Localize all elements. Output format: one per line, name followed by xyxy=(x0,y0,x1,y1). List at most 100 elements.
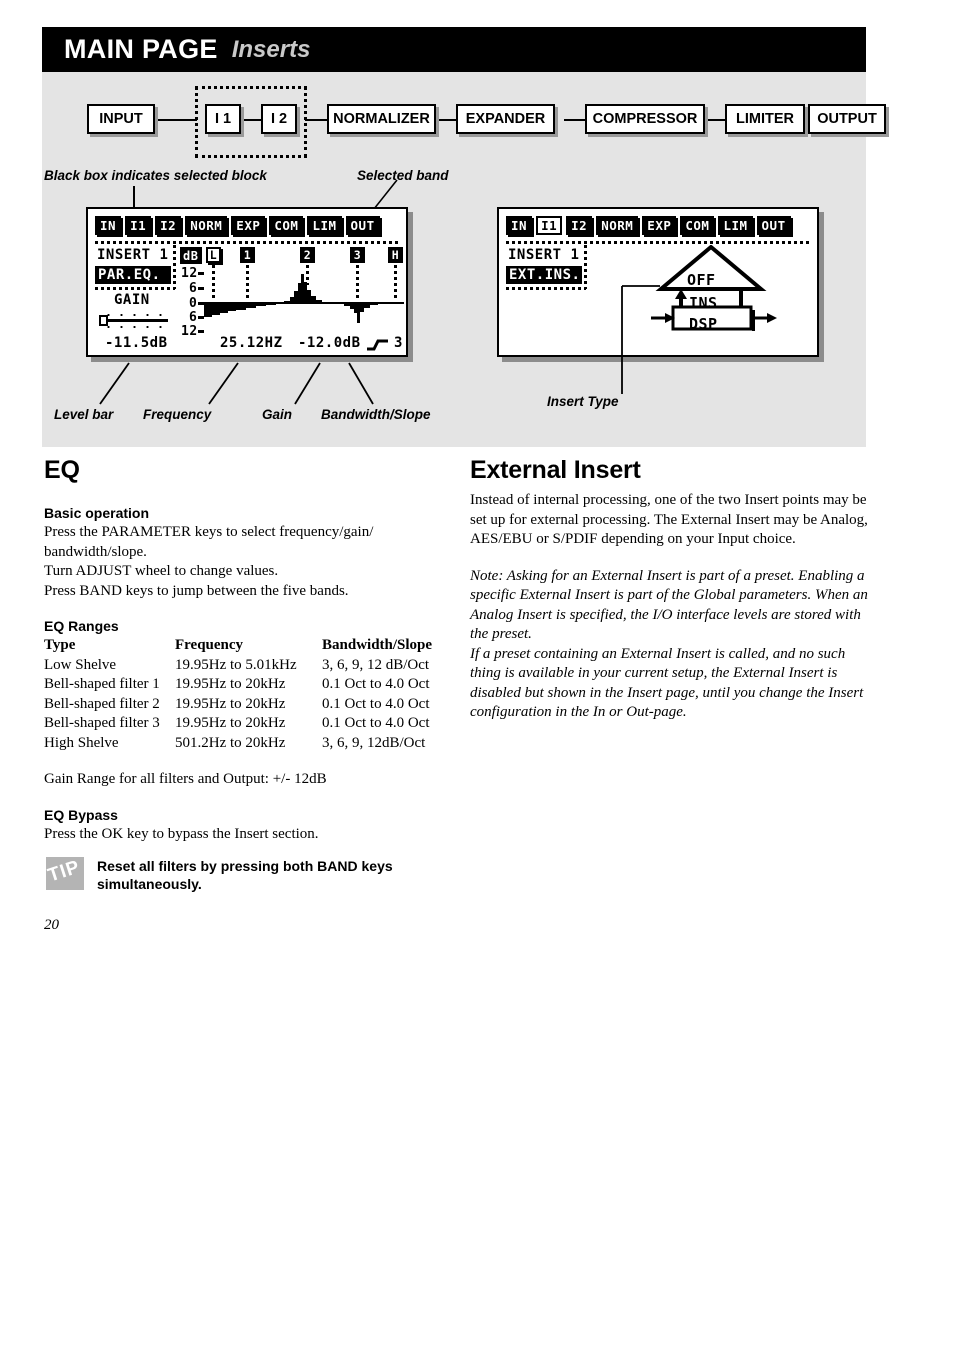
basic-operation-line: Press the PARAMETER keys to select frequ… xyxy=(44,524,374,540)
lcd-menu-in[interactable]: IN xyxy=(95,216,122,235)
flow-block-normalizer[interactable]: NORMALIZER xyxy=(327,104,436,134)
signal-flow-diagram: INPUT I 1 I 2 NORMALIZER EXPANDER COMPRE… xyxy=(87,86,886,158)
lcd-menu-out[interactable]: OUT xyxy=(756,216,791,235)
lcd-menu-bar: IN I1 I2 NORM EXP COM LIM OUT xyxy=(506,216,795,235)
lcd-menu-label: COM xyxy=(274,218,299,233)
tip-text: Reset all filters by pressing both BAND … xyxy=(97,858,393,892)
lcd-divider xyxy=(95,287,175,290)
lcd-menu-label: EXP xyxy=(647,218,672,233)
flow-block-output[interactable]: OUTPUT xyxy=(808,104,886,134)
cell-frequency: 19.95Hz to 5.01kHz xyxy=(175,656,297,673)
lcd-param-label: GAIN xyxy=(114,292,150,308)
cell-type: High Shelve xyxy=(44,734,119,751)
basic-operation-line: bandwidth/slope. xyxy=(44,543,147,560)
lcd-menu-lim[interactable]: LIM xyxy=(307,216,342,235)
lcd-menu-label: IN xyxy=(100,218,117,233)
lcd-menu-label: LIM xyxy=(312,218,337,233)
lcd-mode-badge[interactable]: PAR.EQ. xyxy=(95,266,171,284)
lcd-insert-label: INSERT 1 xyxy=(97,247,169,263)
lcd-menu-norm[interactable]: NORM xyxy=(185,216,228,235)
lcd-menu-label: COM xyxy=(685,218,710,233)
lcd-gain-value: -12.0dB xyxy=(298,335,361,351)
flow-block-expander[interactable]: EXPANDER xyxy=(456,104,555,134)
lcd-band-marker-1[interactable]: 1 xyxy=(240,247,255,263)
basic-operation-line: Turn ADJUST wheel to change values. xyxy=(44,563,279,579)
lcd-menu-lim[interactable]: LIM xyxy=(718,216,753,235)
caption-bandwidth-slope: Bandwidth/Slope xyxy=(321,407,431,422)
lcd-level-slider-track[interactable] xyxy=(102,319,168,322)
external-insert-line: AES/EBU or S/PDIF depending on your Inpu… xyxy=(470,531,796,547)
tip-callout: TIP Reset all filters by pressing both B… xyxy=(46,857,427,893)
lcd-band-label: L xyxy=(209,248,218,262)
caption-level-bar: Level bar xyxy=(54,407,114,422)
lcd-menu-exp[interactable]: EXP xyxy=(231,216,266,235)
lcd-db-tick: 0 xyxy=(189,296,198,311)
external-insert-note-line: Analog Insert is specified, the I/O inte… xyxy=(470,606,861,623)
flow-connector xyxy=(155,119,197,121)
lcd-insert-label: INSERT 1 xyxy=(508,247,580,263)
lcd-routing-dsp-label: DSP xyxy=(689,315,718,333)
lcd-menu-com[interactable]: COM xyxy=(269,216,304,235)
flow-connector xyxy=(240,119,262,121)
flow-connector xyxy=(564,119,586,121)
external-insert-note-line: disabled but shown in the Insert page, u… xyxy=(470,684,864,701)
lcd-display-eq[interactable]: IN I1 I2 NORM EXP COM LIM OUT INSERT 1 P… xyxy=(86,207,408,357)
lcd-routing-ins-label: INS xyxy=(689,294,718,312)
cell-bandwidth: 3, 6, 9, 12dB/Oct xyxy=(322,734,426,751)
flow-block-i2[interactable]: I 2 xyxy=(261,104,297,134)
cell-bandwidth: 0.1 Oct to 4.0 Oct xyxy=(322,676,430,692)
cell-bandwidth: 3, 6, 9, 12 dB/Oct xyxy=(322,656,430,673)
lcd-band-marker-L[interactable]: L xyxy=(206,247,221,263)
lcd-menu-out[interactable]: OUT xyxy=(345,216,380,235)
flow-block-compressor[interactable]: COMPRESSOR xyxy=(585,104,705,134)
flow-block-input[interactable]: INPUT xyxy=(87,104,155,134)
cell-frequency: 19.95Hz to 20kHz xyxy=(175,715,286,731)
page-subtitle: Inserts xyxy=(231,35,311,63)
flow-block-label: NORMALIZER xyxy=(333,111,430,127)
table-row: Low Shelve 19.95Hz to 5.01kHz 3, 6, 9, 1… xyxy=(44,656,432,676)
lcd-menu-com[interactable]: COM xyxy=(680,216,715,235)
lcd-db-tick: 12 xyxy=(181,324,198,339)
lcd-menu-norm[interactable]: NORM xyxy=(596,216,639,235)
tip-icon-label: TIP xyxy=(46,857,83,887)
gain-range-note: Gain Range for all filters and Output: +… xyxy=(44,771,327,787)
flow-block-i1[interactable]: I 1 xyxy=(205,104,241,134)
lcd-menu-i1[interactable]: I1 xyxy=(536,216,563,235)
lcd-menu-exp[interactable]: EXP xyxy=(642,216,677,235)
page-number: 20 xyxy=(44,917,59,933)
lcd-level-scale xyxy=(102,312,168,318)
lcd-band-marker-2[interactable]: 2 xyxy=(300,247,315,263)
lcd-menu-label: OUT xyxy=(350,218,375,233)
lcd-menu-i1[interactable]: I1 xyxy=(125,216,152,235)
lcd-menu-bar: IN I1 I2 NORM EXP COM LIM OUT xyxy=(95,216,384,235)
lcd-band-label: 2 xyxy=(303,248,312,262)
lcd-menu-label: OUT xyxy=(761,218,786,233)
lcd-menu-label: I2 xyxy=(160,218,177,233)
lcd-menu-in[interactable]: IN xyxy=(506,216,533,235)
lcd-divider-vertical xyxy=(584,245,587,289)
lcd-db-axis-text: dB xyxy=(183,248,199,263)
lcd-divider xyxy=(506,287,586,290)
lcd-band-marker-H[interactable]: H xyxy=(388,247,403,263)
lcd-menu-i2[interactable]: I2 xyxy=(566,216,593,235)
cell-bandwidth: 0.1 Oct to 4.0 Oct xyxy=(322,715,430,731)
leader-insert-type xyxy=(621,285,660,394)
lcd-frequency-value: 25.12HZ xyxy=(220,335,283,351)
cell-type: Bell-shaped filter 3 xyxy=(44,715,160,731)
flow-block-limiter[interactable]: LIMITER xyxy=(725,104,805,134)
external-insert-line: set up for external processing. The Exte… xyxy=(470,511,868,528)
lcd-band-label: 3 xyxy=(353,248,362,262)
lcd-mode-badge[interactable]: EXT.INS. xyxy=(506,266,582,284)
lcd-menu-label: I2 xyxy=(571,218,588,233)
lcd-menu-i2[interactable]: I2 xyxy=(155,216,182,235)
lcd-band-marker-3[interactable]: 3 xyxy=(350,247,365,263)
flow-block-label: I 1 xyxy=(214,111,232,127)
cell-type: Bell-shaped filter 2 xyxy=(44,695,160,712)
column-header-frequency: Frequency xyxy=(175,637,244,653)
table-row: Bell-shaped filter 1 19.95Hz to 20kHz 0.… xyxy=(44,675,432,695)
eq-ranges-table: Type Frequency Bandwidth/Slope Low Shelv… xyxy=(44,636,432,753)
caption-gain: Gain xyxy=(262,407,293,422)
lcd-band-label: 1 xyxy=(243,248,252,262)
cell-bandwidth: 0.1 Oct to 4.0 Oct xyxy=(322,695,430,712)
subheading-eq-bypass: EQ Bypass xyxy=(44,806,118,823)
